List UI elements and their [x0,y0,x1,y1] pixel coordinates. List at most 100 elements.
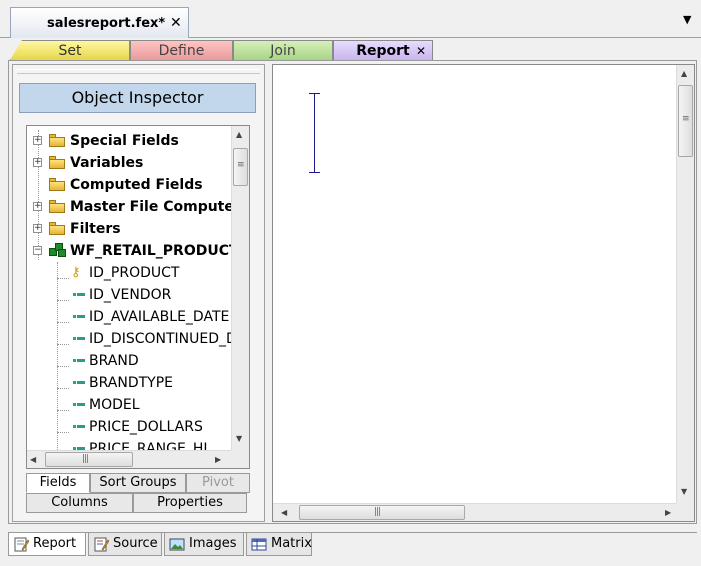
panel-grip[interactable] [17,69,260,74]
tree-vertical-scrollbar[interactable]: ▲ ≡ ▼ [231,126,249,450]
tree-item-label: ID_AVAILABLE_DATE [89,309,230,325]
tree-item-master-file-computed[interactable]: + Master File Computed [27,196,231,218]
folder-icon [49,178,65,191]
mode-tabs: Set Define Join Report ✕ [0,38,701,60]
tree-item-field[interactable]: MODEL [27,394,231,416]
tree-item-field[interactable]: BRANDTYPE [27,372,231,394]
folder-icon [49,156,65,169]
tab-sort-groups[interactable]: Sort Groups [90,473,186,493]
tab-fields[interactable]: Fields [26,473,90,493]
tree-item-label: WF_RETAIL_PRODUCT [70,243,231,259]
tree-item-field[interactable]: PRICE_DOLLARS [27,416,231,438]
field-icon [73,402,85,407]
scroll-left-icon[interactable]: ◀ [281,508,287,517]
tree-item-label: PRICE_DOLLARS [89,419,203,435]
tab-label: Source [113,536,158,551]
close-icon[interactable]: ✕ [170,15,182,31]
tree-item-field[interactable]: ID_VENDOR [27,284,231,306]
tree-item-variables[interactable]: + Variables [27,152,231,174]
scroll-up-icon[interactable]: ▲ [681,69,687,78]
canvas-horizontal-scrollbar[interactable]: ◀ ||| ▶ [273,503,676,521]
object-inspector-panel: Object Inspector + Special Fields + Vari… [12,64,265,522]
insertion-cursor [309,93,320,173]
grip-icon: ≡ [682,114,689,124]
tree-item-label: BRANDTYPE [89,375,173,391]
canvas-vertical-scrollbar[interactable]: ▲ ≡ ▼ [676,65,694,503]
tree-item-label: ID_PRODUCT [89,265,180,281]
expand-icon[interactable]: + [33,202,42,211]
canvas-horizontal-scroll-thumb[interactable]: ||| [299,505,465,520]
tree-item-filters[interactable]: + Filters [27,218,231,240]
tab-report[interactable]: Report ✕ [333,40,433,60]
canvas-vertical-scroll-thumb[interactable]: ≡ [678,85,693,157]
expand-icon[interactable]: + [33,136,42,145]
field-icon [73,314,85,319]
tree-item-special-fields[interactable]: + Special Fields [27,130,231,152]
collapse-icon[interactable]: − [33,246,42,255]
tab-source-view[interactable]: Source [88,533,162,556]
tree-horizontal-scrollbar[interactable]: ◀ ||| ▶ [27,450,231,468]
inspector-tabs-row1: Fields Sort Groups Pivot [26,473,250,493]
field-icon [73,336,85,341]
field-icon [73,424,85,429]
view-tabs: Report Source Images Matrix [8,532,697,556]
tab-define[interactable]: Define [130,40,233,60]
scroll-left-icon[interactable]: ◀ [30,455,36,464]
report-icon [14,537,29,552]
document-tab[interactable]: salesreport.fex* ✕ [10,7,189,38]
tab-set[interactable]: Set [10,40,130,60]
source-icon [94,537,109,552]
grip-icon: ||| [374,507,381,517]
tree-item-label: MODEL [89,397,140,413]
tab-matrix-view[interactable]: Matrix [246,533,312,556]
scroll-corner [676,503,694,521]
field-icon [73,380,85,385]
scroll-down-icon[interactable]: ▼ [236,434,242,443]
tab-images-view[interactable]: Images [164,533,244,556]
tree-horizontal-scroll-thumb[interactable]: ||| [45,452,133,467]
tree-item-field[interactable]: ⚷ ID_PRODUCT [27,262,231,284]
tree-item-wf-retail-product[interactable]: − WF_RETAIL_PRODUCT [27,240,231,262]
report-canvas[interactable]: ▲ ≡ ▼ ◀ ||| ▶ [272,64,695,522]
tree-item-label: ID_DISCONTINUED_DATE [89,331,231,347]
scroll-right-icon[interactable]: ▶ [215,455,221,464]
close-icon[interactable]: ✕ [416,41,426,61]
expand-icon[interactable]: + [33,224,42,233]
tree-vertical-scroll-thumb[interactable]: ≡ [233,148,248,186]
tree-item-field[interactable]: PRICE_RANGE_HI [27,438,231,450]
tree-item-field[interactable]: ID_DISCONTINUED_DATE [27,328,231,350]
tree-item-label: Variables [70,155,144,171]
tree-item-label: BRAND [89,353,139,369]
tab-report-view[interactable]: Report [8,533,86,556]
tree-item-computed-fields[interactable]: Computed Fields [27,174,231,196]
tab-report-label: Report [356,43,410,59]
document-tab-label: salesreport.fex* [47,16,166,31]
tab-label: Matrix [271,536,312,551]
tree-item-field[interactable]: BRAND [27,350,231,372]
key-icon: ⚷ [71,265,81,280]
tab-join[interactable]: Join [233,40,333,60]
scroll-right-icon[interactable]: ▶ [665,508,671,517]
tree-item-label: Master File Computed [70,199,231,215]
images-icon [169,538,185,551]
object-inspector-title: Object Inspector [19,83,256,113]
tab-properties[interactable]: Properties [133,493,247,513]
main-frame: Object Inspector + Special Fields + Vari… [8,60,697,524]
expand-icon[interactable]: + [33,158,42,167]
tab-label: Images [189,536,237,551]
tab-label: Report [33,536,77,551]
tab-pivot: Pivot [186,473,250,493]
scroll-up-icon[interactable]: ▲ [236,130,242,139]
tab-columns[interactable]: Columns [26,493,133,513]
folder-icon [49,134,65,147]
grip-icon: ||| [82,454,89,464]
folder-icon [49,200,65,213]
field-icon [73,358,85,363]
inspector-tabs-row2: Columns Properties [26,493,250,514]
tree-item-field[interactable]: ID_AVAILABLE_DATE [27,306,231,328]
tree-item-label: PRICE_RANGE_HI [89,441,208,450]
matrix-icon [251,538,267,551]
scroll-down-icon[interactable]: ▼ [681,487,687,496]
chevron-down-icon[interactable]: ▼ [683,13,691,26]
database-table-icon [49,243,67,257]
